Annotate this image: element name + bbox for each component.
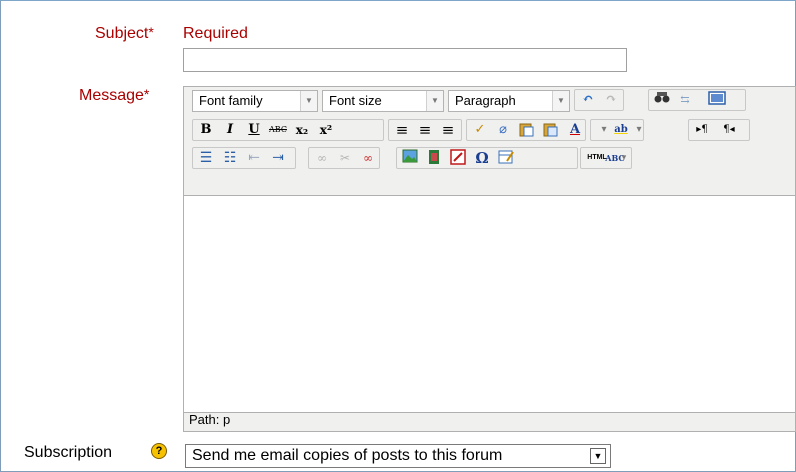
- required-star: *: [143, 86, 150, 102]
- chevron-down-icon: ▼: [426, 91, 443, 111]
- bullet-list-icon[interactable]: ☰: [196, 149, 216, 167]
- subscription-selected-value: Send me email copies of posts to this fo…: [192, 447, 503, 464]
- subscription-select[interactable]: Send me email copies of posts to this fo…: [185, 444, 611, 468]
- media-icon[interactable]: [424, 149, 444, 167]
- align-right-icon[interactable]: ≡: [438, 121, 458, 139]
- anchor-icon[interactable]: ∞: [358, 149, 378, 167]
- indent-icon[interactable]: ⇥: [268, 149, 288, 167]
- ltr-icon[interactable]: ▸¶: [692, 121, 712, 139]
- strikethrough-button[interactable]: ABC: [268, 121, 288, 139]
- required-message: Required: [183, 25, 248, 42]
- image-icon[interactable]: [400, 149, 420, 167]
- font-color-icon[interactable]: A: [565, 121, 585, 139]
- text-style-group: B I U ABC x₂ x²: [192, 119, 384, 141]
- chevron-down-icon[interactable]: ▾: [629, 121, 649, 139]
- subscript-button[interactable]: x₂: [292, 121, 312, 139]
- subject-label: Subject*: [95, 24, 154, 42]
- unlink-icon[interactable]: ✂: [335, 149, 355, 167]
- help-icon[interactable]: ?: [151, 443, 167, 459]
- align-center-icon[interactable]: ≡: [415, 121, 435, 139]
- format-select[interactable]: Paragraph ▼: [448, 90, 570, 112]
- subject-input[interactable]: [183, 48, 627, 72]
- italic-button[interactable]: I: [220, 121, 240, 139]
- required-star: *: [148, 24, 154, 40]
- find-icon[interactable]: [652, 91, 672, 109]
- dropdown-arrow-icon[interactable]: ▼: [590, 448, 606, 464]
- outdent-icon[interactable]: ⇤: [244, 149, 264, 167]
- chevron-down-icon: ▼: [552, 91, 569, 111]
- replace-icon[interactable]: ⇆: [675, 91, 695, 109]
- toolbar-row-3: ☰ ☷ ⇤ ⇥ ∞ ✂ ∞ Ω HTML ABC ▾: [188, 145, 793, 171]
- undo-redo-group: ↶ ↷: [574, 89, 624, 111]
- align-group: ≡ ≡ ≡: [388, 119, 462, 141]
- clipboard-group: ✓ ⌀ A: [466, 119, 586, 141]
- search-group: ⇆: [648, 89, 746, 111]
- subscription-label: Subscription: [24, 444, 113, 461]
- message-content-area[interactable]: [184, 195, 795, 413]
- redo-icon[interactable]: ↷: [601, 91, 621, 109]
- editor-path: Path: p: [189, 412, 231, 427]
- toolbar-row-1: Font family ▼ Font size ▼ Paragraph ▼ ↶ ↷ ⇆: [188, 87, 793, 113]
- chevron-down-icon[interactable]: ▾: [617, 149, 631, 167]
- numbered-list-icon[interactable]: ☷: [220, 149, 240, 167]
- link-icon[interactable]: ∞: [312, 149, 332, 167]
- insert-group: Ω: [396, 147, 578, 169]
- font-size-select[interactable]: Font size ▼: [322, 90, 444, 112]
- chevron-down-icon: ▼: [300, 91, 317, 111]
- nolink-icon[interactable]: [448, 149, 468, 167]
- highlight-group: ▾ ab ▾: [590, 119, 644, 141]
- rich-text-editor: Font family ▼ Font size ▼ Paragraph ▼ ↶ ↷ ⇆…: [183, 86, 796, 432]
- eraser-icon[interactable]: ⌀: [493, 121, 513, 139]
- toolbar-row-2: B I U ABC x₂ x² ≡ ≡ ≡ ✓ ⌀ A ▾ ab ▾ ▸¶ ¶◂: [188, 117, 793, 143]
- undo-icon[interactable]: ↶: [578, 91, 598, 109]
- cleanup-icon[interactable]: ✓: [470, 121, 490, 139]
- paste-word-icon[interactable]: [540, 121, 560, 139]
- highlight-color-icon[interactable]: ab: [611, 121, 631, 139]
- superscript-button[interactable]: x²: [316, 121, 336, 139]
- rtl-icon[interactable]: ¶◂: [719, 121, 739, 139]
- edit-table-icon[interactable]: [496, 149, 516, 167]
- align-left-icon[interactable]: ≡: [392, 121, 412, 139]
- direction-group: ▸¶ ¶◂: [688, 119, 750, 141]
- link-group: ∞ ✂ ∞: [308, 147, 380, 169]
- font-family-select[interactable]: Font family ▼: [192, 90, 318, 112]
- fullscreen-icon[interactable]: [707, 91, 727, 109]
- list-group: ☰ ☷ ⇤ ⇥: [192, 147, 296, 169]
- message-label: Message*: [79, 86, 150, 104]
- bold-button[interactable]: B: [196, 121, 216, 139]
- paste-text-icon[interactable]: [516, 121, 536, 139]
- html-spell-group: HTML ABC ▾: [580, 147, 632, 169]
- special-char-icon[interactable]: Ω: [472, 149, 492, 167]
- underline-button[interactable]: U: [244, 121, 264, 139]
